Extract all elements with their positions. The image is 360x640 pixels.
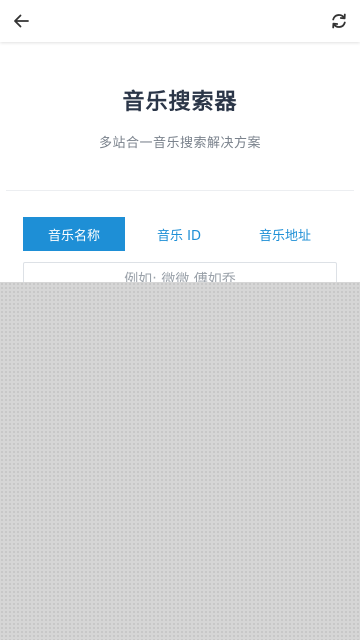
tab-music-name[interactable]: 音乐名称 — [23, 217, 125, 251]
divider — [6, 190, 354, 191]
refresh-button[interactable] — [324, 6, 354, 36]
top-bar — [0, 0, 360, 42]
page-title: 音乐搜索器 — [122, 90, 238, 115]
arrow-left-icon — [14, 14, 29, 28]
page-subtitle: 多站合一音乐搜索解决方案 — [98, 136, 261, 151]
tab-music-url[interactable]: 音乐地址 — [233, 217, 337, 251]
loading-overlay — [0, 282, 360, 640]
tab-music-id[interactable]: 音乐 ID — [125, 217, 233, 251]
refresh-icon — [332, 13, 346, 29]
app-page: 音乐搜索器 多站合一音乐搜索解决方案 音乐名称 音乐 ID 音乐地址 — [0, 0, 360, 640]
search-type-tabs: 音乐名称 音乐 ID 音乐地址 — [23, 217, 337, 251]
back-button[interactable] — [6, 6, 36, 36]
